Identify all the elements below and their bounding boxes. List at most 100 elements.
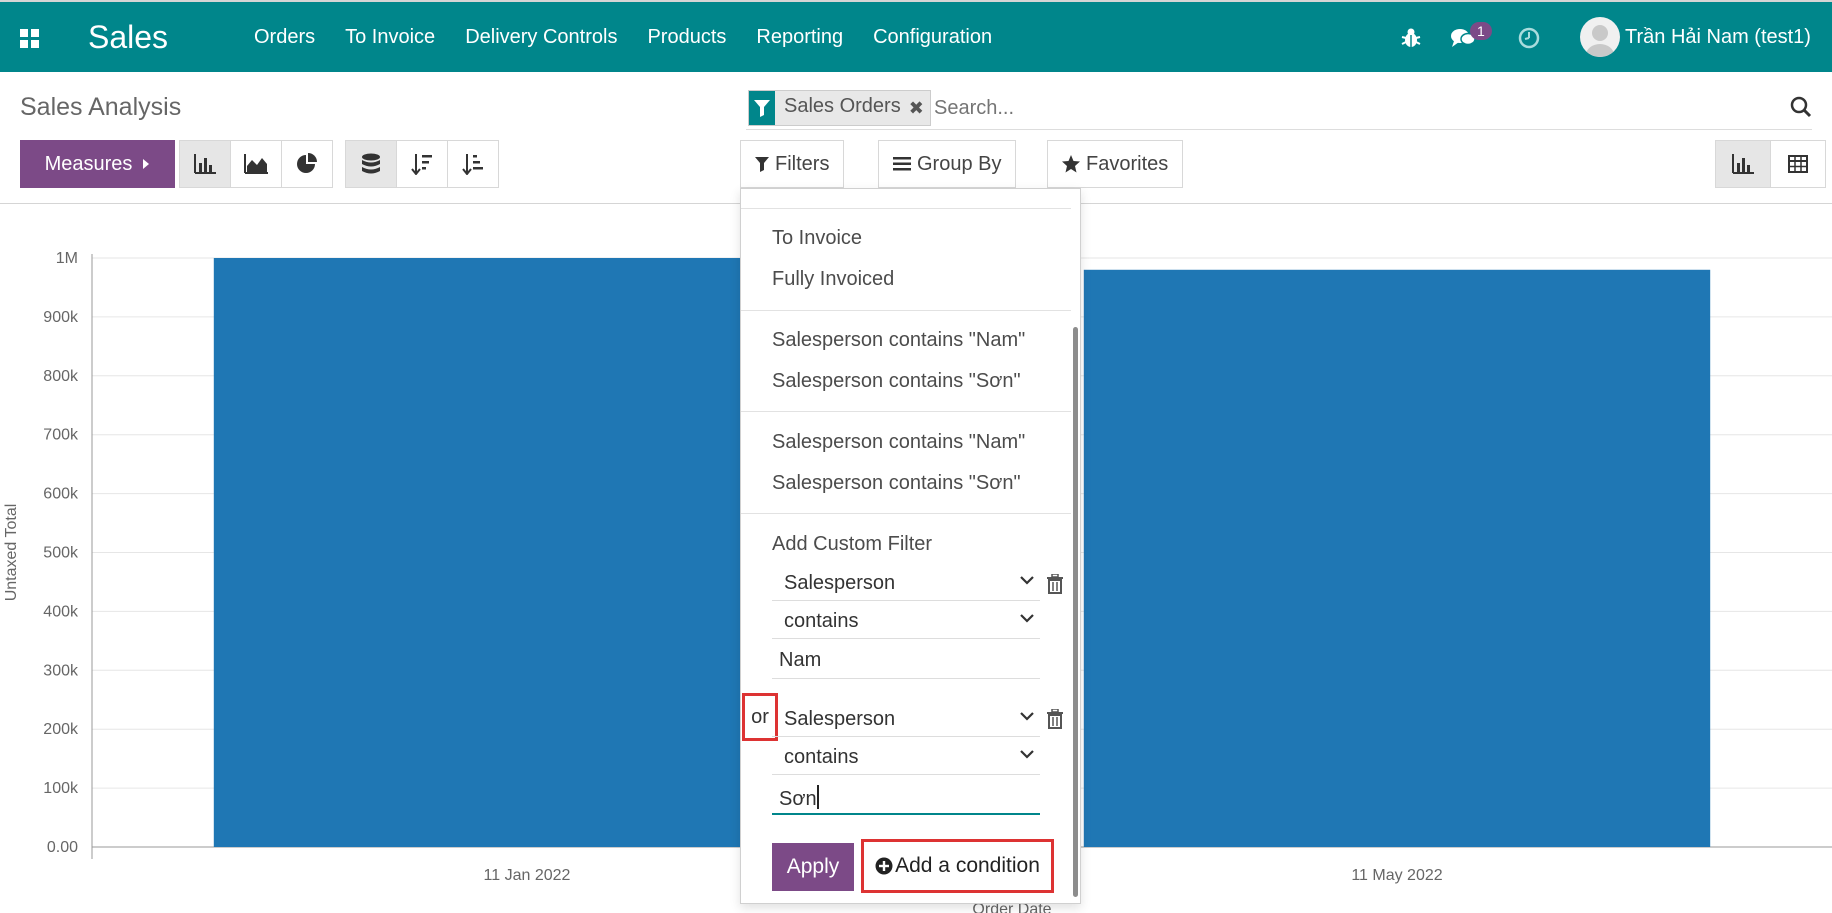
filter-fully-invoiced[interactable]: Fully Invoiced — [772, 268, 894, 291]
sort-descending-icon — [411, 154, 432, 175]
user-avatar-icon — [1586, 25, 1614, 57]
menu-item-products[interactable]: Products — [647, 26, 726, 49]
filter-to-invoice[interactable]: To Invoice — [772, 227, 862, 250]
bar-chart-icon — [1732, 154, 1754, 174]
condition2-field-value: Salesperson — [784, 708, 896, 730]
search-bar: Sales Orders ✖ — [746, 88, 1812, 130]
favorites-button[interactable]: Favorites — [1047, 140, 1184, 188]
y-tick-label: 200k — [43, 721, 79, 738]
pie-chart-icon — [297, 153, 317, 173]
condition1-field-select[interactable]: Salesperson — [772, 565, 1040, 601]
sort-descending-button[interactable] — [396, 140, 448, 188]
menu-divider — [741, 411, 1071, 412]
condition1-value-text: Nam — [779, 649, 822, 671]
condition1-operator-select[interactable]: contains — [772, 603, 1040, 639]
y-tick-label: 500k — [43, 545, 79, 562]
sort-ascending-icon — [462, 154, 483, 175]
star-icon — [1062, 155, 1080, 173]
text-cursor — [816, 785, 819, 809]
y-tick-label: 100k — [43, 780, 79, 797]
favorites-label: Favorites — [1086, 152, 1169, 175]
condition2-value-text: Sơn — [779, 788, 817, 810]
sort-ascending-button[interactable] — [447, 140, 499, 188]
user-name[interactable]: Trần Hải Nam (test1) — [1625, 26, 1811, 49]
filters-dropdown: To Invoice Fully Invoiced Salesperson co… — [740, 188, 1081, 904]
condition2-operator-select[interactable]: contains — [772, 739, 1040, 775]
filter-salesperson-nam[interactable]: Salesperson contains "Nam" — [772, 431, 1025, 454]
condition1-field-value: Salesperson — [784, 572, 896, 594]
condition2-field-select[interactable]: Salesperson — [772, 701, 1040, 737]
search-input[interactable] — [934, 97, 1634, 120]
apply-button[interactable]: Apply — [772, 843, 854, 891]
y-tick-label: 300k — [43, 662, 79, 679]
pie-chart-button[interactable] — [281, 140, 333, 188]
facet-remove-icon[interactable]: ✖ — [909, 91, 930, 125]
pivot-view-button[interactable] — [1770, 140, 1826, 188]
trash-icon[interactable] — [1046, 574, 1064, 594]
table-icon — [1788, 155, 1808, 173]
main-menu: Orders To Invoice Delivery Controls Prod… — [254, 26, 1022, 49]
measures-label: Measures — [44, 152, 133, 175]
y-tick-label: 600k — [43, 486, 79, 503]
bar-chart-button[interactable] — [179, 140, 231, 188]
plus-circle-icon — [875, 857, 893, 875]
graph-view-button[interactable] — [1715, 140, 1771, 188]
y-tick-label: 0.00 — [47, 839, 78, 856]
chevron-down-icon — [1020, 614, 1034, 623]
y-tick-label: 400k — [43, 603, 79, 620]
custom-filter-title[interactable]: Add Custom Filter — [772, 533, 932, 556]
filter-salesperson-son[interactable]: Salesperson contains "Sơn" — [772, 472, 1021, 495]
chevron-down-icon — [1020, 712, 1034, 721]
menu-item-reporting[interactable]: Reporting — [756, 26, 843, 49]
condition2-value-input[interactable]: Sơn — [772, 777, 1040, 815]
menu-item-to-invoice[interactable]: To Invoice — [345, 26, 435, 49]
add-condition-label: Add a condition — [895, 854, 1040, 877]
search-icon[interactable] — [1790, 96, 1812, 118]
menu-divider — [741, 513, 1071, 514]
condition1-value-input[interactable]: Nam — [772, 641, 1040, 679]
dropdown-scrollbar[interactable] — [1073, 327, 1078, 897]
add-condition-button[interactable]: Add a condition — [861, 839, 1054, 893]
activity-clock-icon[interactable] — [1518, 27, 1540, 49]
y-tick-label: 800k — [43, 368, 79, 385]
filter-salesperson-son[interactable]: Salesperson contains "Sơn" — [772, 370, 1021, 393]
view-switcher — [1715, 140, 1826, 188]
x-tick-label: 11 May 2022 — [1351, 867, 1442, 884]
menu-divider — [741, 208, 1071, 209]
chat-count-badge: 1 — [1470, 22, 1492, 40]
stacked-button[interactable] — [345, 140, 397, 188]
area-chart-icon — [244, 154, 268, 174]
filters-button[interactable]: Filters — [740, 140, 845, 188]
menu-divider — [741, 310, 1071, 311]
x-tick-label: 11 Jan 2022 — [484, 867, 571, 884]
menu-item-configuration[interactable]: Configuration — [873, 26, 992, 49]
apps-grid-icon[interactable] — [20, 29, 40, 49]
caret-right-icon — [143, 159, 150, 169]
group-by-button[interactable]: Group By — [878, 140, 1017, 188]
chevron-down-icon — [1020, 576, 1034, 585]
user-avatar[interactable] — [1580, 17, 1620, 57]
measures-button[interactable]: Measures — [20, 140, 175, 188]
chart-type-buttons — [179, 140, 333, 188]
y-tick-label: 700k — [43, 427, 79, 444]
filter-icon — [749, 91, 775, 125]
filters-label: Filters — [775, 152, 830, 175]
menu-item-delivery-controls[interactable]: Delivery Controls — [465, 26, 617, 49]
y-tick-label: 900k — [43, 309, 79, 326]
page-title[interactable]: Sales Analysis — [20, 93, 181, 122]
trash-icon[interactable] — [1046, 709, 1064, 729]
facet-label: Sales Orders — [784, 95, 901, 117]
condition1-operator-value: contains — [784, 610, 859, 632]
line-chart-button[interactable] — [230, 140, 282, 188]
list-icon — [893, 157, 911, 171]
database-stack-icon — [362, 153, 380, 174]
y-axis-label: Untaxed Total — [3, 504, 20, 602]
filter-icon — [755, 157, 769, 172]
filter-salesperson-nam[interactable]: Salesperson contains "Nam" — [772, 329, 1025, 352]
y-tick-label: 1M — [56, 250, 78, 267]
condition2-operator-value: contains — [784, 746, 859, 768]
bar-chart-icon — [194, 154, 216, 174]
debug-bug-icon[interactable] — [1400, 27, 1422, 49]
app-brand[interactable]: Sales — [88, 19, 168, 56]
menu-item-orders[interactable]: Orders — [254, 26, 315, 49]
